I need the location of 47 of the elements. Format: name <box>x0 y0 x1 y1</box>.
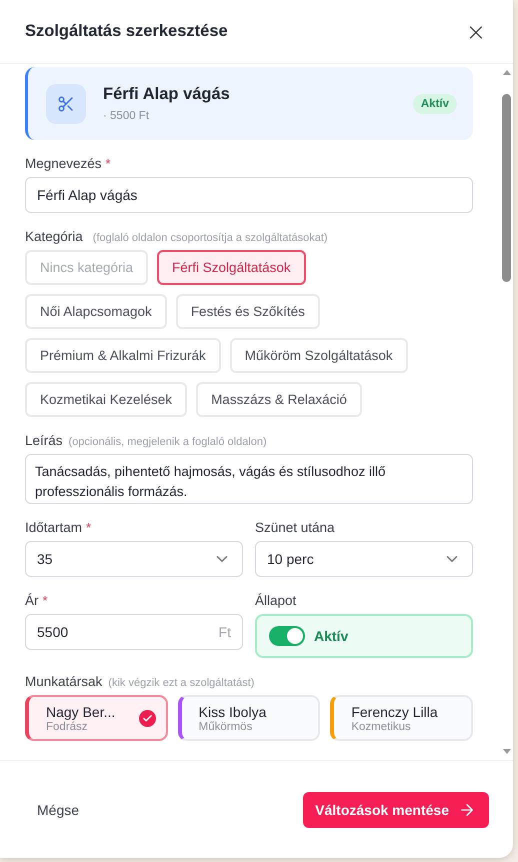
category-chip[interactable]: Műköröm Szolgáltatások <box>230 338 408 373</box>
name-field[interactable]: Férfi Alap vágás <box>25 177 473 213</box>
status-toggle[interactable] <box>269 626 305 646</box>
category-chip[interactable]: Kozmetikai Kezelések <box>25 382 188 417</box>
break-select[interactable]: 10 perc <box>255 541 473 577</box>
category-chip[interactable]: Masszázs & Relaxáció <box>196 382 362 417</box>
check-icon <box>138 710 156 727</box>
staff-role: Kozmetikus <box>351 721 412 733</box>
field-label: Szünet utána <box>255 520 335 535</box>
staff-role: Fodrász <box>46 721 89 733</box>
staff-card[interactable]: Ferenczy Lilla Kozmetikus <box>330 695 473 741</box>
field-label: Megnevezés <box>25 156 102 171</box>
field-label: Munkatársak <box>25 674 102 689</box>
staff-name: Kiss Ibolya <box>198 704 268 720</box>
staff-card[interactable]: Kiss Ibolya Műkörmös <box>178 695 320 741</box>
category-chip[interactable]: Prémium & Alkalmi Frizurák <box>25 338 221 373</box>
staff-name: Ferenczy Lilla <box>351 704 439 720</box>
price-field[interactable]: 5500 Ft <box>25 614 243 650</box>
field-hint: (opcionális, megjelenik a foglaló oldalon) <box>68 436 267 448</box>
required-mark: * <box>86 520 92 535</box>
staff-role: Műkörmös <box>198 721 254 733</box>
status-text: Aktív <box>314 628 348 644</box>
scissors-icon <box>46 84 86 124</box>
staff-card[interactable]: Nagy Ber... Fodrász <box>25 695 168 741</box>
description-field[interactable]: Tanácsadás, pihentető hajmosás, vágás és stílusodhoz illő professzionális formázás. <box>25 454 473 504</box>
service-title: Férfi Alap vágás <box>103 85 231 104</box>
staff-name: Nagy Ber... <box>46 704 116 720</box>
field-label: Ár <box>25 593 38 608</box>
field-label: Állapot <box>255 593 296 608</box>
service-price: · 5500 Ft <box>103 110 150 122</box>
required-mark: * <box>106 156 111 171</box>
category-chip[interactable]: Festés és Szőkítés <box>176 294 320 329</box>
save-button[interactable]: Változások mentése <box>303 792 489 828</box>
currency-unit: Ft <box>218 624 231 640</box>
field-label: Leírás <box>25 433 63 448</box>
required-mark: * <box>42 593 48 608</box>
field-label: Kategória <box>25 229 83 244</box>
cancel-button[interactable]: Mégse <box>25 794 92 826</box>
category-chip[interactable]: Férfi Szolgáltatások <box>157 250 306 285</box>
status-badge: Aktív <box>412 94 457 114</box>
duration-select[interactable]: 35 <box>25 541 243 577</box>
field-label: Időtartam <box>25 520 82 535</box>
close-button[interactable]: × <box>464 20 488 44</box>
field-hint: (foglaló oldalon csoportosítja a szolgáltatásokat) <box>92 232 328 244</box>
field-hint: (kik végzik ezt a szolgáltatást) <box>108 677 254 689</box>
category-chip[interactable]: Női Alapcsomagok <box>25 294 167 329</box>
dialog-title: Szolgáltatás szerkesztése <box>25 22 228 41</box>
